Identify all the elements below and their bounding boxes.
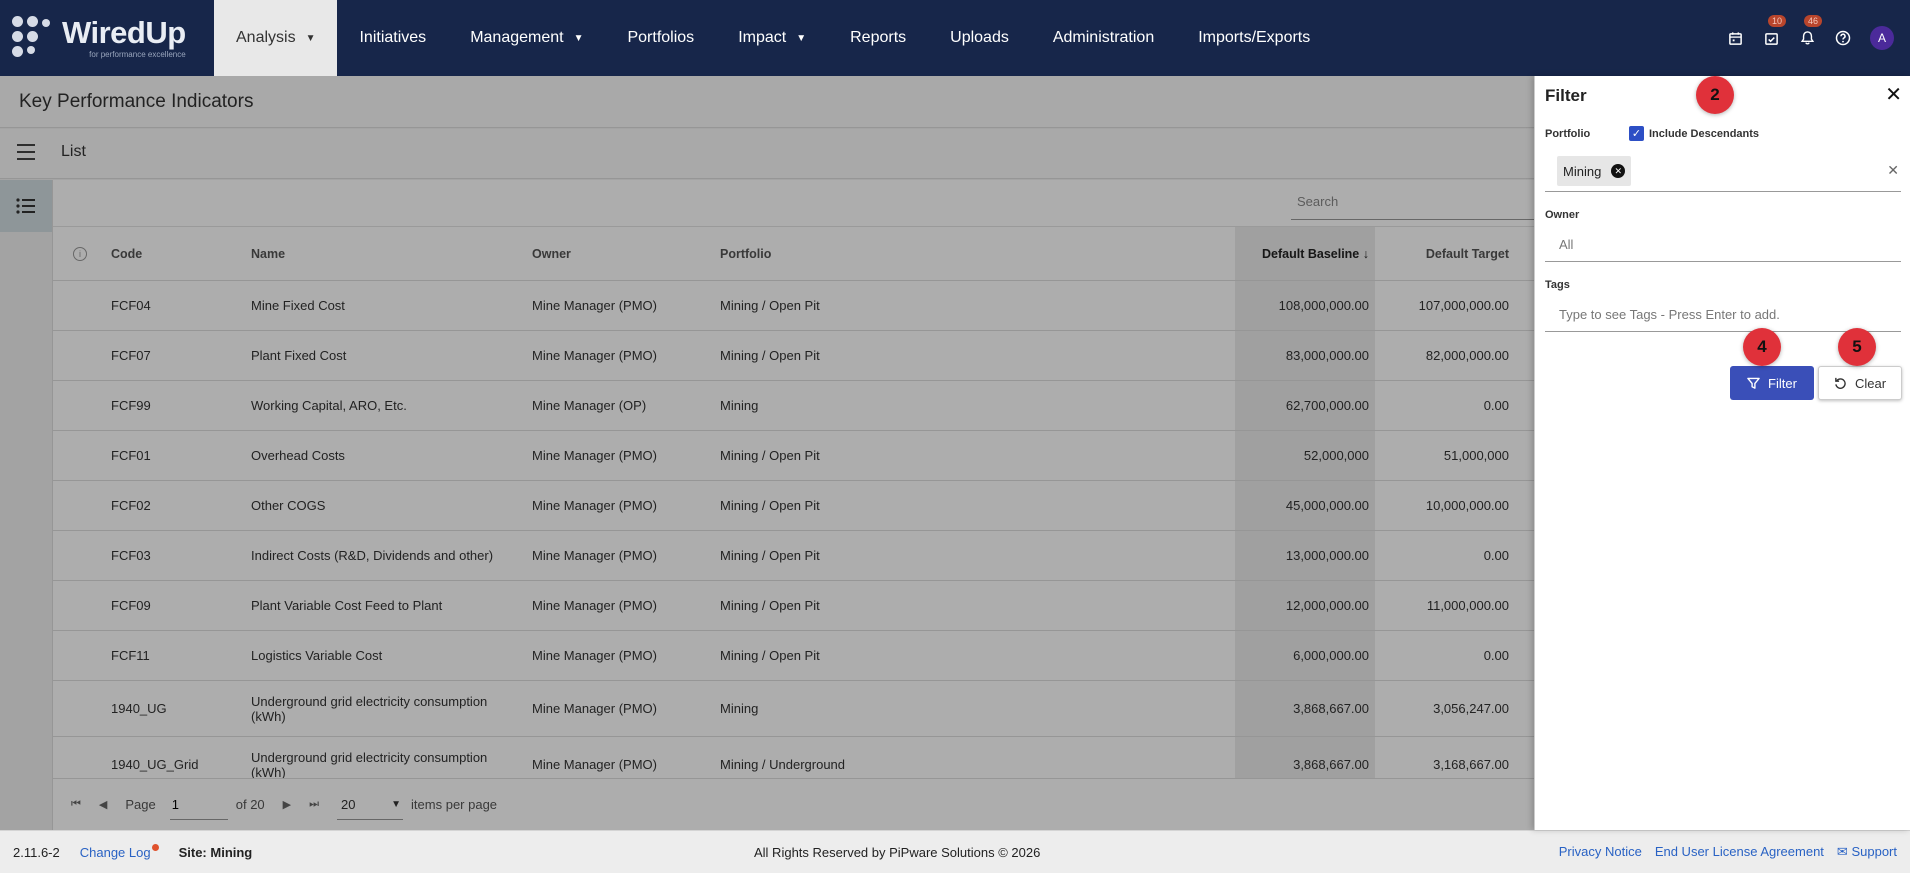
tags-label: Tags <box>1545 279 1570 291</box>
main-nav: Analysis ▼ Initiatives Management ▼ Portfolio… <box>214 0 1332 76</box>
footer: 2.11.6-2 Change Log Site: Mining All Rig… <box>0 830 1910 873</box>
portfolio-chip-label: Mining <box>1563 163 1602 179</box>
site-label: Site: Mining <box>178 844 253 860</box>
clear-field-icon[interactable]: ✕ <box>1887 162 1899 179</box>
include-descendants-checkbox[interactable]: ✓ Include Descendants <box>1629 126 1759 141</box>
checkbox-checked-icon: ✓ <box>1629 126 1644 141</box>
funnel-icon <box>1747 377 1760 389</box>
nav-item-label: Administration <box>1052 29 1155 46</box>
include-descendants-label: Include Descendants <box>1649 127 1760 140</box>
step-marker-2: 2 <box>1696 76 1734 114</box>
copyright-text: All Rights Reserved by PiPware Solutions… <box>754 844 1041 860</box>
reset-icon <box>1835 377 1846 389</box>
nav-item-label: Management <box>470 29 564 46</box>
nav-item-label: Initiatives <box>359 29 427 46</box>
help-icon[interactable] <box>1834 29 1852 47</box>
owner-field[interactable] <box>1545 228 1901 262</box>
portfolio-chip: Mining ✕ <box>1557 156 1632 186</box>
app-version: 2.11.6-2 <box>13 844 60 860</box>
support-link[interactable]: ✉ Support <box>1837 844 1897 860</box>
support-icon: ✉ <box>1836 844 1848 859</box>
task-check-icon[interactable]: 10 <box>1762 15 1787 47</box>
change-log-link[interactable]: Change Log <box>80 845 151 860</box>
nav-item-uploads[interactable]: Uploads <box>928 0 1031 76</box>
step-marker-5: 5 <box>1838 328 1876 366</box>
nav-utility-icons: 10 46 A <box>1726 0 1894 76</box>
caret-down-icon: ▼ <box>305 32 316 44</box>
nav-item-analysis[interactable]: Analysis ▼ <box>214 0 338 76</box>
nav-item-label: Portfolios <box>627 29 695 46</box>
logo-name: WiredUp <box>62 15 186 50</box>
user-avatar[interactable]: A <box>1870 26 1894 50</box>
filter-panel: Filter ✕ Portfolio ✓ Include Descendants… <box>1534 76 1910 830</box>
nav-item-administration[interactable]: Administration <box>1031 0 1176 76</box>
logo-tagline: for performance excellence <box>89 50 186 59</box>
filter-button[interactable]: Filter <box>1730 366 1814 400</box>
chip-remove-icon[interactable]: ✕ <box>1611 164 1626 178</box>
portfolio-label: Portfolio <box>1545 128 1591 140</box>
nav-item-portfolios[interactable]: Portfolios <box>605 0 716 76</box>
close-icon[interactable]: ✕ <box>1885 82 1902 107</box>
nav-item-impact[interactable]: Impact ▼ <box>716 0 828 76</box>
filter-title: Filter <box>1545 86 1587 105</box>
tags-field[interactable] <box>1545 298 1901 332</box>
tags-input[interactable] <box>1545 298 1901 330</box>
tasks-badge: 10 <box>1768 15 1787 27</box>
owner-label: Owner <box>1545 209 1580 221</box>
bell-icon[interactable]: 46 <box>1798 15 1823 47</box>
caret-down-icon: ▼ <box>796 32 807 44</box>
wiredup-logo[interactable]: WiredUp for performance excellence <box>0 0 214 76</box>
nav-item-reports[interactable]: Reports <box>828 0 928 76</box>
portfolio-field[interactable]: Mining ✕ ✕ <box>1545 150 1901 192</box>
support-link-label: Support <box>1851 844 1897 859</box>
privacy-notice-link[interactable]: Privacy Notice <box>1559 844 1642 860</box>
top-navbar: WiredUp for performance excellence Analy… <box>0 0 1910 76</box>
step-marker-4: 4 <box>1743 328 1781 366</box>
nav-item-label: Analysis <box>236 29 296 46</box>
nav-item-label: Imports/Exports <box>1198 29 1311 46</box>
nav-item-label: Impact <box>738 29 787 46</box>
nav-item-management[interactable]: Management ▼ <box>448 0 605 76</box>
change-log-dot-icon <box>151 843 159 851</box>
nav-item-initiatives[interactable]: Initiatives <box>337 0 448 76</box>
nav-item-label: Uploads <box>950 29 1009 46</box>
clear-button[interactable]: Clear <box>1818 366 1902 400</box>
nav-item-imports-exports[interactable]: Imports/Exports <box>1176 0 1332 76</box>
clear-button-label: Clear <box>1854 375 1887 391</box>
eula-link[interactable]: End User License Agreement <box>1655 844 1824 860</box>
owner-input[interactable] <box>1545 228 1901 260</box>
caret-down-icon: ▼ <box>573 32 584 44</box>
nav-item-label: Reports <box>850 29 907 46</box>
notifications-badge: 46 <box>1804 15 1823 27</box>
calendar-icon[interactable] <box>1726 29 1744 47</box>
filter-button-label: Filter <box>1768 375 1797 391</box>
logo-dots-icon <box>12 16 56 60</box>
